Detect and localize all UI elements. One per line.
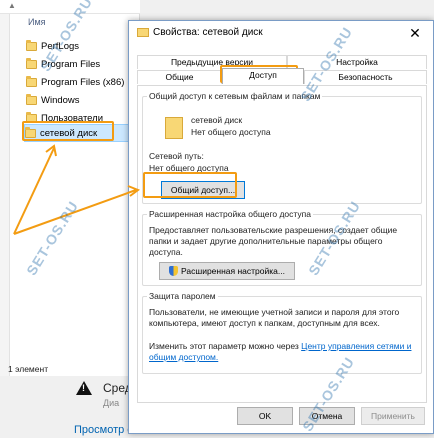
folder-icon	[165, 117, 183, 139]
highlight-share-button	[143, 172, 237, 198]
folder-icon	[26, 57, 37, 69]
ok-button[interactable]: OK	[237, 407, 293, 425]
group-legend: Расширенная настройка общего доступа	[147, 209, 313, 219]
folder-share-status: Нет общего доступа	[191, 127, 271, 137]
folder-name: сетевой диск	[191, 115, 243, 125]
explorer-window: ▲ Имя PerfLogs Program Files Program Fil…	[0, 0, 140, 376]
shield-icon	[169, 266, 179, 276]
highlight-selected-folder	[22, 121, 114, 141]
list-item-label: Program Files (x86)	[41, 76, 125, 88]
tab-customize[interactable]: Настройка	[287, 55, 427, 69]
folder-icon	[137, 28, 149, 37]
password-protection-change-text: Изменить этот параметр можно через Центр…	[149, 341, 419, 363]
folder-icon	[26, 75, 37, 87]
explorer-nav-scrollbar[interactable]	[0, 14, 10, 376]
column-header-name[interactable]: Имя	[28, 17, 46, 27]
apply-button[interactable]: Применить	[361, 407, 425, 425]
status-bar: 1 элемент	[8, 364, 49, 374]
change-setting-text: Изменить этот параметр можно через	[149, 341, 299, 351]
dialog-titlebar[interactable]: Свойства: сетевой диск ✕	[129, 21, 433, 45]
list-item-label: Windows	[41, 94, 80, 106]
group-legend: Общий доступ к сетевым файлам и папкам	[147, 91, 323, 101]
folder-icon	[26, 39, 37, 51]
advanced-sharing-button[interactable]: Расширенная настройка...	[159, 262, 295, 280]
tab-general[interactable]: Общие	[137, 70, 222, 84]
close-icon[interactable]: ✕	[403, 23, 427, 43]
password-protection-description: Пользователи, не имеющие учетной записи …	[149, 307, 400, 328]
group-legend: Защита паролем	[147, 291, 218, 301]
list-item[interactable]: Program Files (x86)	[26, 73, 134, 91]
advanced-sharing-button-label: Расширенная настройка...	[181, 266, 285, 276]
list-item[interactable]: Windows	[26, 91, 134, 109]
list-item[interactable]: PerfLogs	[26, 37, 134, 55]
scroll-up-icon[interactable]: ▲	[8, 1, 16, 10]
dialog-title: Свойства: сетевой диск	[153, 27, 263, 38]
sharing-panel: Общий доступ к сетевым файлам и папкам с…	[137, 85, 427, 403]
tab-row-2: Общие Доступ Безопасность	[137, 68, 427, 84]
advanced-sharing-description: Предоставляет пользовательские разрешени…	[149, 225, 398, 257]
folder-icon	[26, 93, 37, 105]
warning-icon	[76, 381, 92, 395]
password-protection-group: Защита паролем Пользователи, не имеющие …	[142, 291, 422, 374]
background-subtext: Диа	[103, 398, 120, 408]
network-path-label: Сетевой путь:	[149, 151, 204, 161]
advanced-sharing-group: Расширенная настройка общего доступа Пре…	[142, 209, 422, 286]
properties-dialog: Свойства: сетевой диск ✕ Предыдущие верс…	[128, 20, 434, 434]
tab-sharing[interactable]: Доступ	[222, 68, 304, 84]
